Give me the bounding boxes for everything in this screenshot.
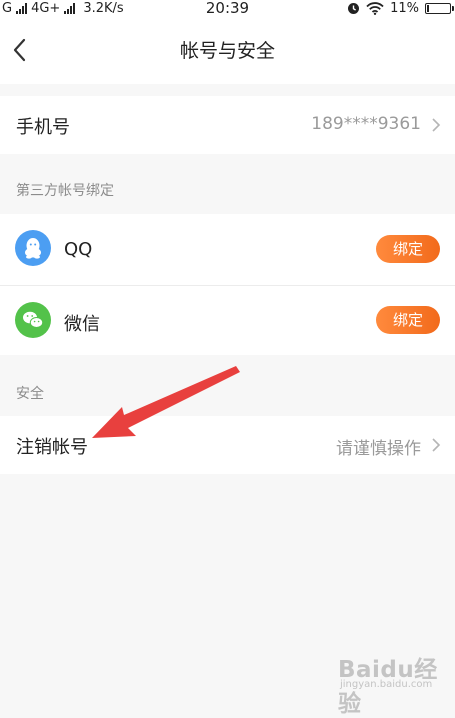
status-bar: G 4G+ 3.2K/s 20:39 11% [0,0,455,16]
phone-row[interactable]: 手机号 189****9361 [0,96,455,154]
status-right: 11% [347,0,454,16]
wechat-icon [15,302,51,338]
battery-icon [425,2,454,14]
wifi-icon [366,1,384,15]
wechat-label: 微信 [64,314,100,335]
cancel-account-row[interactable]: 注销帐号 请谨慎操作 [0,416,455,474]
page-title: 帐号与安全 [179,40,275,62]
chevron-right-icon [432,438,441,452]
battery-percent: 11% [390,0,419,16]
phone-value: 189****9361 [311,114,421,134]
bind-wechat-button[interactable]: 绑定 [376,306,440,334]
watermark: Baidu经验 jingyan.baidu.com [338,648,450,717]
list-item-wechat: 微信 绑定 [0,286,455,355]
cancel-account-label: 注销帐号 [16,437,88,458]
battery-level [427,4,429,12]
third-party-section-title: 第三方帐号绑定 [16,183,114,199]
list-item-qq: QQ 绑定 [0,214,455,286]
qq-label: QQ [64,239,93,260]
watermark-url: jingyan.baidu.com [340,679,433,690]
security-section-title: 安全 [16,386,44,402]
nav-bar: 帐号与安全 [0,16,455,84]
bind-qq-button[interactable]: 绑定 [376,235,440,263]
alarm-icon [348,2,360,14]
cancel-account-hint: 请谨慎操作 [336,439,421,459]
chevron-right-icon [432,118,441,132]
phone-label: 手机号 [16,117,70,138]
qq-icon [15,230,51,266]
